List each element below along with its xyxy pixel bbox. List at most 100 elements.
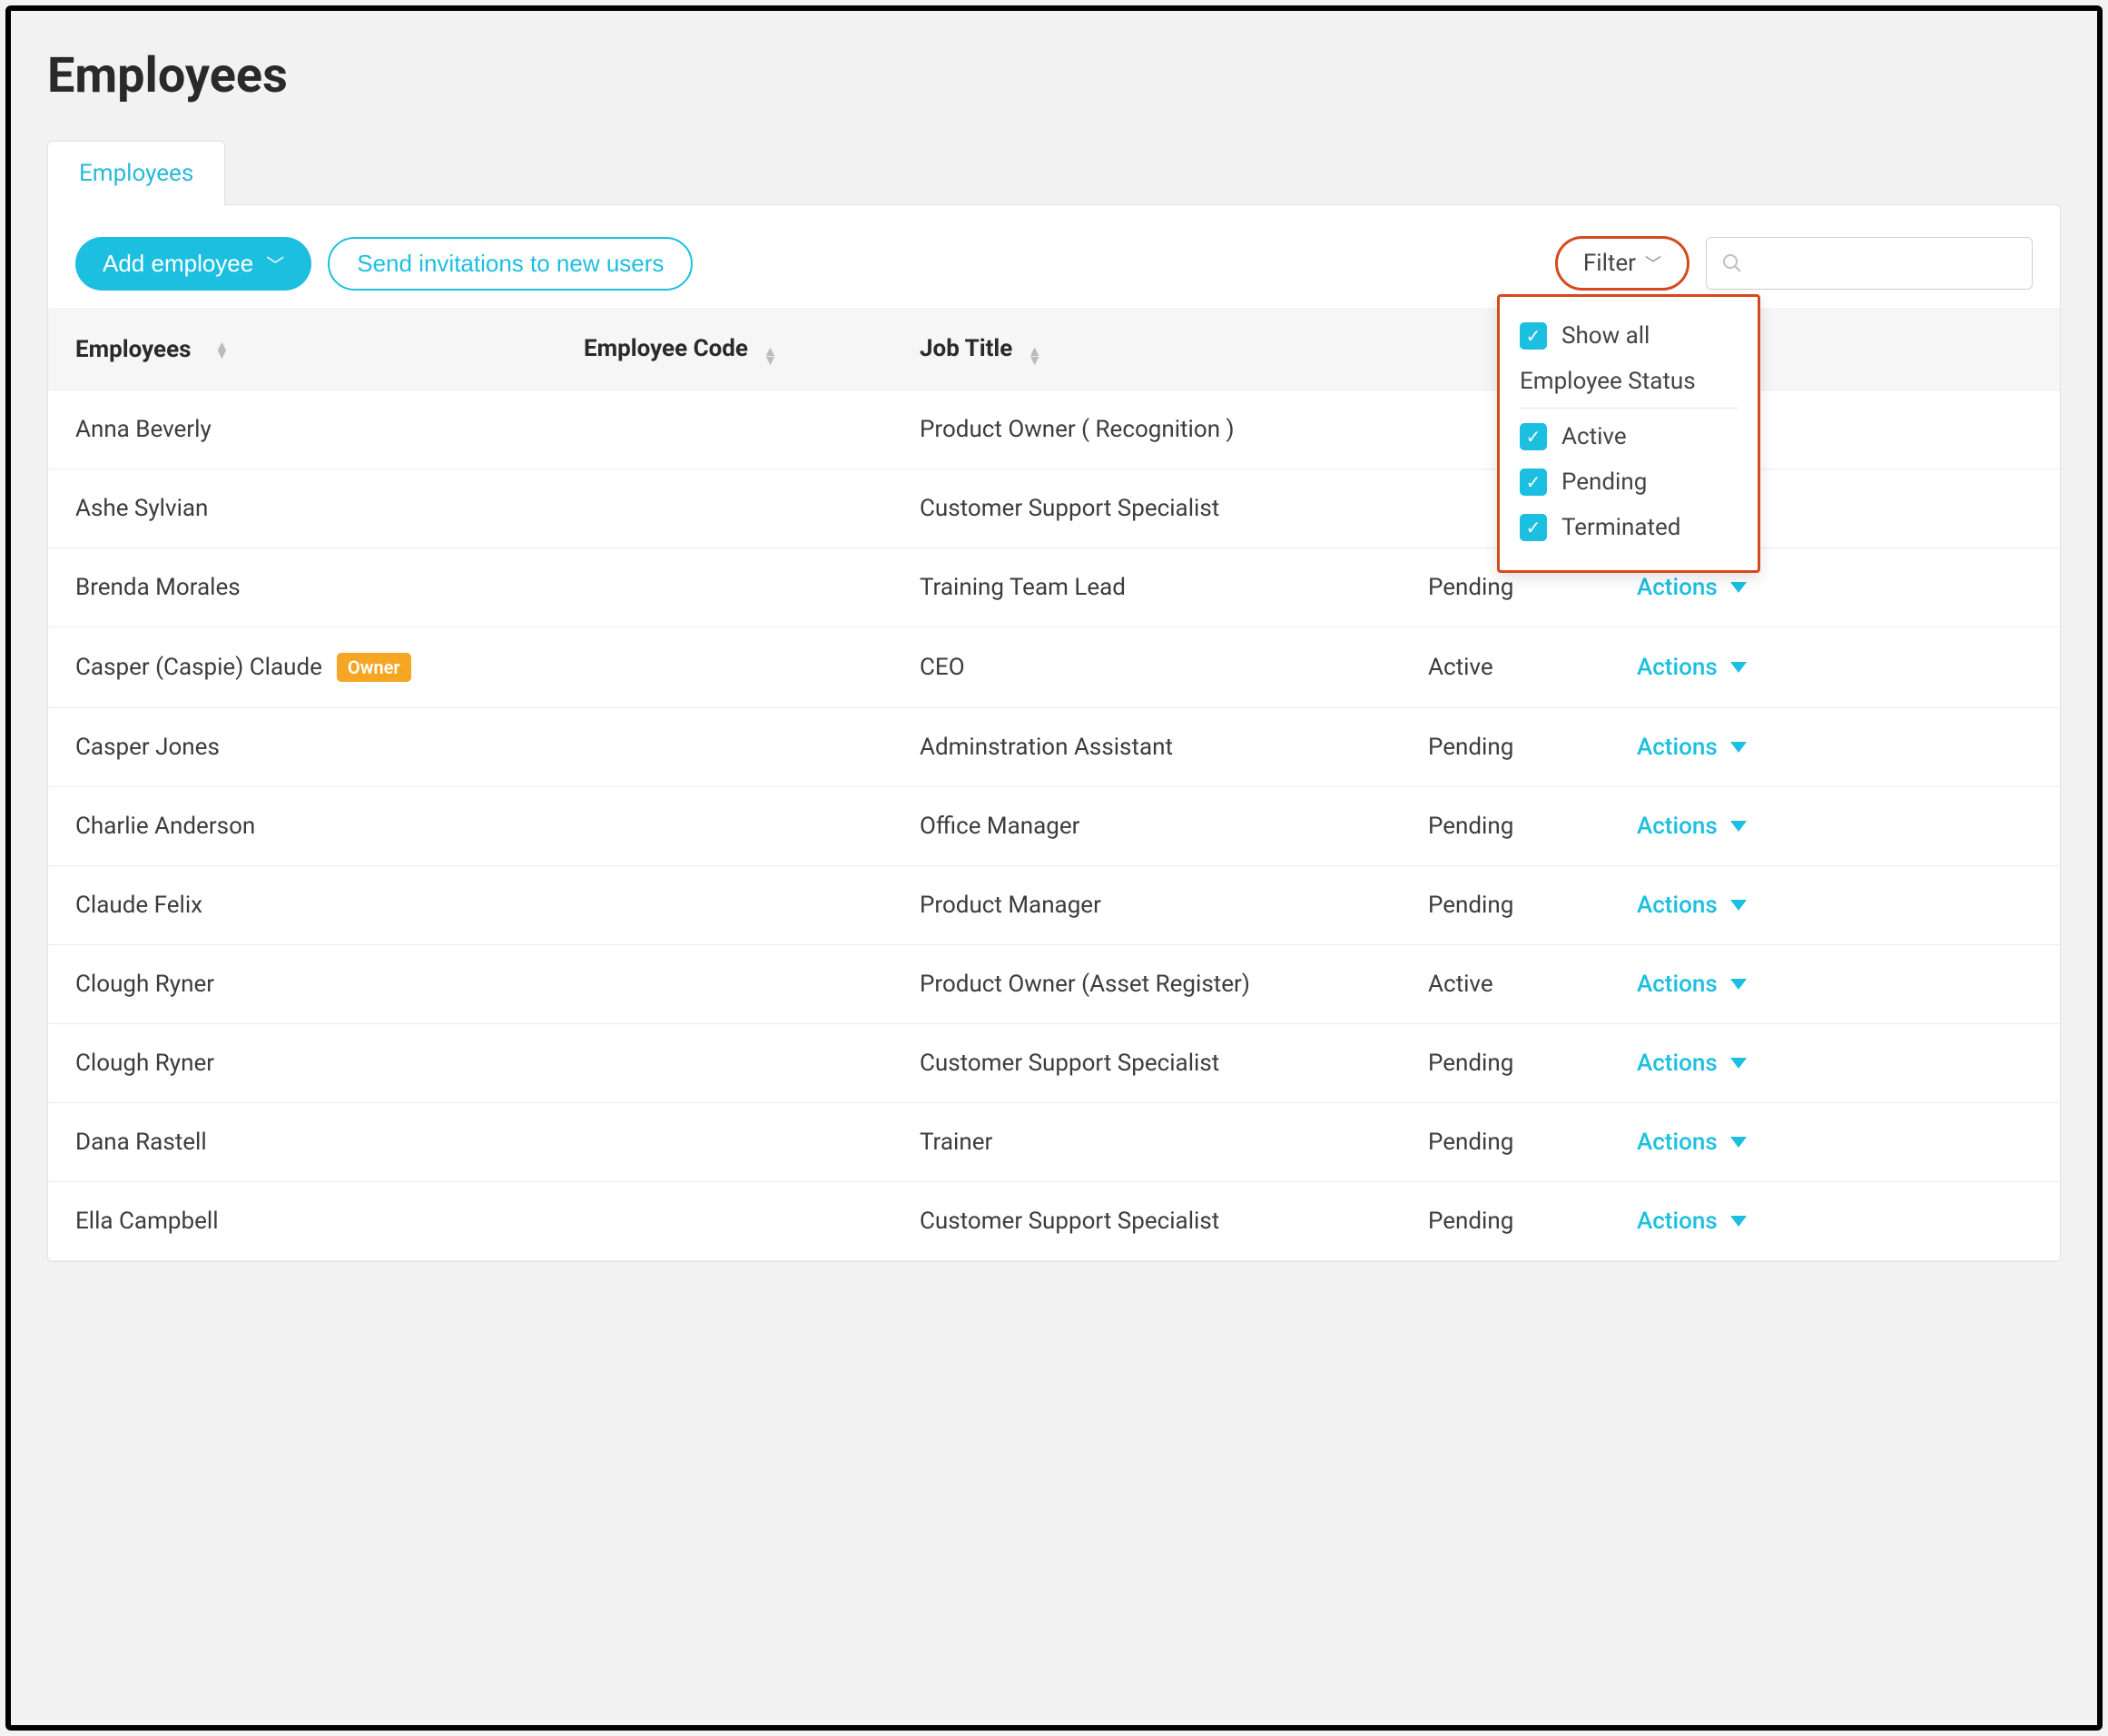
caret-down-icon (1730, 1216, 1747, 1227)
cell-status: Pending (1428, 734, 1637, 761)
tabs: Employees (47, 141, 2061, 205)
filter-option-label: Terminated (1561, 514, 1680, 541)
table-row: Ella Campbell Customer Support Specialist… (48, 1182, 2060, 1261)
caret-down-icon (1730, 742, 1747, 753)
cell-title: Office Manager (920, 813, 1428, 840)
cell-status: Pending (1428, 1129, 1637, 1156)
cell-name: Clough Ryner (75, 1050, 584, 1077)
chevron-down-icon: ﹀ (1645, 252, 1661, 275)
filter-option-show-all[interactable]: ✓ Show all (1520, 313, 1738, 359)
column-header-employees[interactable]: Employees ▲▼ (75, 336, 584, 363)
cell-actions: Actions (1637, 813, 2033, 840)
filter-option[interactable]: ✓ Pending (1520, 459, 1738, 505)
caret-down-icon (1730, 821, 1747, 832)
cell-name: Casper (Caspie) ClaudeOwner (75, 653, 584, 682)
cell-title: Customer Support Specialist (920, 1208, 1428, 1235)
table-row: Dana Rastell TrainerPendingActions (48, 1103, 2060, 1182)
checkbox-checked-icon: ✓ (1520, 423, 1547, 450)
table-row: Casper Jones Adminstration AssistantPendi… (48, 708, 2060, 787)
tab-employees[interactable]: Employees (47, 141, 225, 205)
cell-name: Claude Felix (75, 892, 584, 919)
cell-name: Ashe Sylvian (75, 495, 584, 522)
caret-down-icon (1730, 979, 1747, 990)
cell-name: Casper Jones (75, 734, 584, 761)
cell-title: Trainer (920, 1129, 1428, 1156)
search-input[interactable] (1706, 237, 2033, 290)
checkbox-checked-icon: ✓ (1520, 469, 1547, 496)
cell-title: CEO (920, 654, 1428, 681)
caret-down-icon (1730, 582, 1747, 593)
actions-button[interactable]: Actions (1637, 654, 1747, 681)
filter-label: Filter (1583, 250, 1636, 277)
sort-icon: ▲▼ (763, 347, 777, 364)
caret-down-icon (1730, 662, 1747, 673)
actions-button[interactable]: Actions (1637, 574, 1747, 601)
cell-status: Pending (1428, 1050, 1637, 1077)
cell-actions: Actions (1637, 971, 2033, 998)
cell-name: Brenda Morales (75, 574, 584, 601)
cell-status: Pending (1428, 813, 1637, 840)
actions-button[interactable]: Actions (1637, 892, 1747, 919)
cell-name: Charlie Anderson (75, 813, 584, 840)
caret-down-icon (1730, 900, 1747, 911)
caret-down-icon (1730, 1137, 1747, 1148)
cell-title: Product Owner (Asset Register) (920, 971, 1428, 998)
cell-actions: Actions (1637, 654, 2033, 681)
cell-status: Pending (1428, 892, 1637, 919)
filter-option[interactable]: ✓ Active (1520, 414, 1738, 459)
sort-icon: ▲▼ (1028, 347, 1042, 364)
chevron-down-icon: ﹀ (266, 251, 284, 277)
cell-title: Customer Support Specialist (920, 495, 1428, 522)
actions-button[interactable]: Actions (1637, 1208, 1747, 1235)
table-row: Charlie Anderson Office ManagerPendingAct… (48, 787, 2060, 866)
cell-status: Pending (1428, 574, 1637, 601)
add-employee-label: Add employee (103, 250, 253, 278)
sort-icon: ▲▼ (215, 341, 230, 359)
actions-button[interactable]: Actions (1637, 971, 1747, 998)
cell-actions: Actions (1637, 1129, 2033, 1156)
table-row: Claude Felix Product ManagerPendingAction… (48, 866, 2060, 945)
filter-button[interactable]: Filter ﹀ (1555, 236, 1689, 291)
actions-button[interactable]: Actions (1637, 734, 1747, 761)
cell-title: Product Owner ( Recognition ) (920, 416, 1428, 443)
cell-actions: Actions (1637, 1050, 2033, 1077)
filter-option[interactable]: ✓ Terminated (1520, 505, 1738, 550)
cell-status: Active (1428, 654, 1637, 681)
checkbox-checked-icon: ✓ (1520, 514, 1547, 541)
table-row: Casper (Caspie) ClaudeOwner CEOActiveActi… (48, 627, 2060, 708)
actions-button[interactable]: Actions (1637, 813, 1747, 840)
cell-name: Anna Beverly (75, 416, 584, 443)
checkbox-checked-icon: ✓ (1520, 322, 1547, 350)
add-employee-button[interactable]: Add employee ﹀ (75, 237, 311, 291)
cell-actions: Actions (1637, 734, 2033, 761)
cell-name: Clough Ryner (75, 971, 584, 998)
cell-actions: Actions (1637, 574, 2033, 601)
filter-option-label: Show all (1561, 322, 1650, 350)
cell-name: Ella Campbell (75, 1208, 584, 1235)
panel-employees: Add employee ﹀ Send invitations to new u… (47, 204, 2061, 1262)
app-window: Employees Employees Add employee ﹀ Send … (5, 5, 2103, 1731)
actions-button[interactable]: Actions (1637, 1050, 1747, 1077)
filter-option-label: Pending (1561, 469, 1647, 496)
table-row: Clough Ryner Customer Support SpecialistP… (48, 1024, 2060, 1103)
cell-title: Training Team Lead (920, 574, 1428, 601)
filter-option-label: Active (1561, 423, 1627, 450)
cell-actions: Actions (1637, 1208, 2033, 1235)
cell-status: Active (1428, 971, 1637, 998)
page-title: Employees (47, 47, 2061, 104)
send-invitations-button[interactable]: Send invitations to new users (328, 237, 693, 291)
filter-section-heading: Employee Status (1520, 359, 1738, 409)
caret-down-icon (1730, 1058, 1747, 1069)
cell-name: Dana Rastell (75, 1129, 584, 1156)
cell-title: Product Manager (920, 892, 1428, 919)
actions-button[interactable]: Actions (1637, 1129, 1747, 1156)
cell-title: Adminstration Assistant (920, 734, 1428, 761)
cell-actions: Actions (1637, 892, 2033, 919)
owner-badge: Owner (337, 653, 411, 682)
column-header-code[interactable]: Employee Code ▲▼ (584, 335, 920, 364)
table-row: Clough Ryner Product Owner (Asset Registe… (48, 945, 2060, 1024)
column-header-title[interactable]: Job Title ▲▼ (920, 335, 1428, 364)
cell-title: Customer Support Specialist (920, 1050, 1428, 1077)
filter-dropdown: ✓ Show all Employee Status ✓ Active ✓ Pendi… (1497, 294, 1760, 573)
search-icon (1721, 252, 1743, 274)
